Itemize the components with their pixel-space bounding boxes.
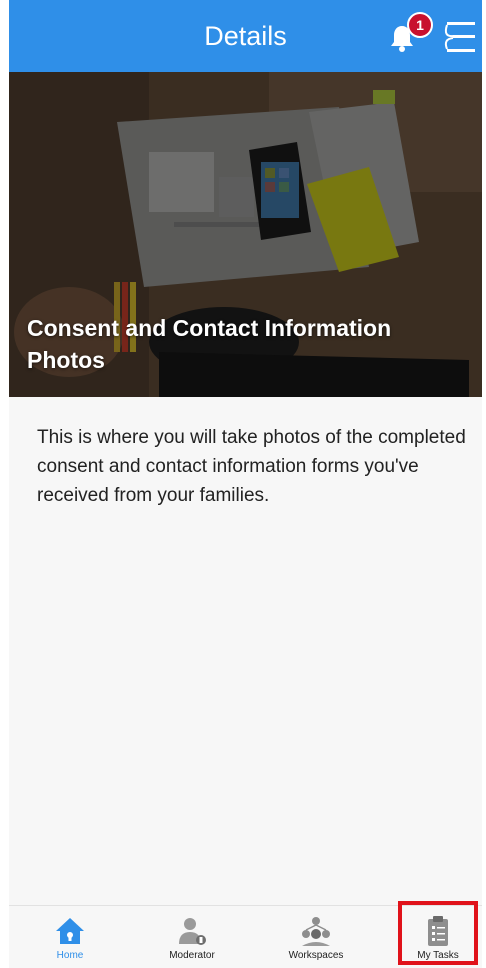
tab-workspaces[interactable]: Workspaces	[261, 906, 371, 968]
menu-icon[interactable]	[441, 16, 477, 58]
tab-moderator[interactable]: Moderator	[137, 906, 247, 968]
workspaces-icon	[302, 917, 330, 946]
tab-label: Home	[56, 950, 84, 961]
description-text: This is where you will take photos of th…	[37, 427, 466, 506]
hero-banner: Consent and Contact Information Photos	[9, 72, 482, 397]
hero-title: Consent and Contact Information Photos	[27, 315, 392, 373]
tab-label: Workspaces	[288, 950, 344, 961]
home-icon	[56, 918, 84, 944]
top-bar: Details 1	[9, 0, 482, 72]
app-screen: Details 1 Consent and Contact Informatio…	[9, 0, 482, 968]
moderator-icon	[179, 918, 206, 945]
highlight-box	[398, 901, 478, 965]
tab-home[interactable]: Home	[15, 906, 125, 968]
notification-badge: 1	[407, 12, 433, 38]
tab-label: Moderator	[169, 950, 215, 961]
